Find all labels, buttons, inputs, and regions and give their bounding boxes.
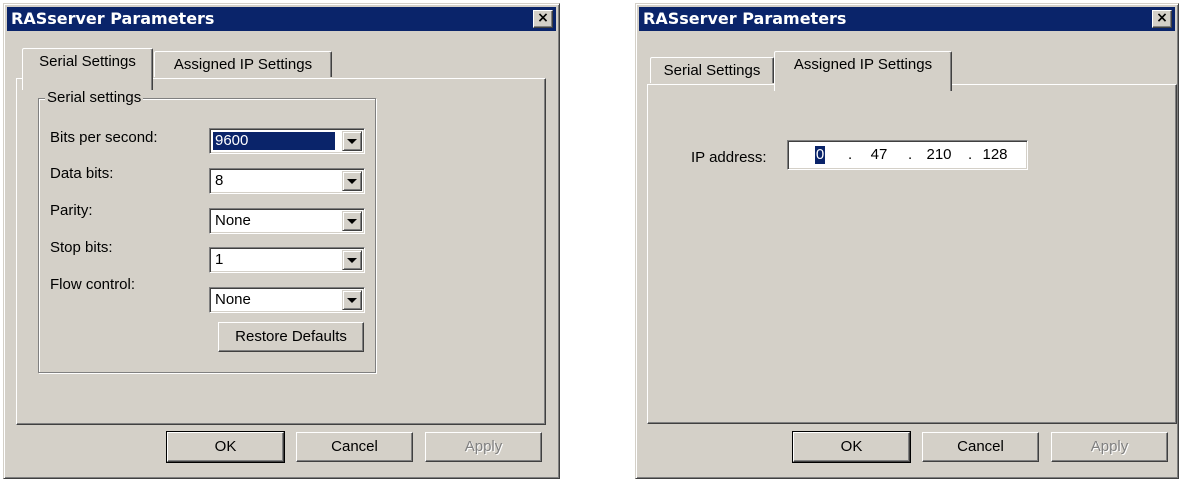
close-icon: × (537, 10, 549, 26)
ip-separator: . (968, 146, 973, 163)
restore-defaults-button[interactable]: Restore Defaults (218, 322, 364, 352)
combo-value: 1 (215, 251, 224, 268)
ip-separator: . (848, 146, 853, 163)
bits-per-second-combo[interactable]: 9600 (209, 128, 365, 154)
chevron-down-icon[interactable] (342, 250, 362, 270)
combo-value: 8 (215, 172, 224, 189)
ok-button[interactable]: OK (166, 431, 285, 463)
tab-assigned-ip-settings[interactable]: Assigned IP Settings (154, 51, 332, 77)
chevron-down-icon[interactable] (342, 131, 362, 151)
tab-panel (647, 84, 1177, 424)
ip-address-label: IP address: (691, 149, 767, 166)
combo-value: None (215, 291, 251, 308)
window-title: RASserver Parameters (11, 9, 215, 28)
groupbox-label: Serial settings (45, 89, 144, 106)
parity-combo[interactable]: None (209, 208, 365, 234)
apply-button: Apply (425, 432, 542, 462)
rasserver-parameters-dialog-serial: RASserver Parameters × Serial Settings A… (3, 3, 560, 479)
combo-value: None (215, 212, 251, 229)
title-bar[interactable]: RASserver Parameters × (639, 7, 1175, 31)
bits-per-second-label: Bits per second: (50, 129, 158, 146)
rasserver-parameters-dialog-ip: RASserver Parameters × Serial Settings A… (635, 3, 1179, 479)
data-bits-label: Data bits: (50, 165, 114, 182)
window-title: RASserver Parameters (643, 9, 847, 28)
flow-control-combo[interactable]: None (209, 287, 365, 313)
ip-separator: . (908, 146, 913, 163)
title-bar[interactable]: RASserver Parameters × (7, 7, 556, 31)
ip-octet-1[interactable]: 0 (815, 146, 825, 164)
ip-address-field[interactable]: 0 . 47 . 210 . 128 (787, 140, 1028, 170)
ip-octet-3[interactable]: 210 (922, 146, 956, 164)
tab-serial-settings[interactable]: Serial Settings (22, 48, 153, 90)
flow-control-label: Flow control: (50, 276, 136, 293)
chevron-down-icon[interactable] (342, 171, 362, 191)
ip-octet-4[interactable]: 128 (978, 146, 1012, 164)
combo-value: 9600 (213, 132, 335, 150)
tab-assigned-ip-settings[interactable]: Assigned IP Settings (774, 51, 952, 91)
ok-button[interactable]: OK (792, 431, 911, 463)
close-icon: × (1156, 10, 1168, 26)
stop-bits-combo[interactable]: 1 (209, 247, 365, 273)
cancel-button[interactable]: Cancel (922, 432, 1039, 462)
data-bits-combo[interactable]: 8 (209, 168, 365, 194)
chevron-down-icon[interactable] (342, 290, 362, 310)
close-button[interactable]: × (1152, 10, 1172, 28)
apply-button: Apply (1051, 432, 1168, 462)
chevron-down-icon[interactable] (342, 211, 362, 231)
tab-serial-settings[interactable]: Serial Settings (650, 57, 774, 83)
parity-label: Parity: (50, 202, 93, 219)
cancel-button[interactable]: Cancel (296, 432, 413, 462)
close-button[interactable]: × (533, 10, 553, 28)
stop-bits-label: Stop bits: (50, 239, 113, 256)
ip-octet-2[interactable]: 47 (867, 146, 891, 164)
